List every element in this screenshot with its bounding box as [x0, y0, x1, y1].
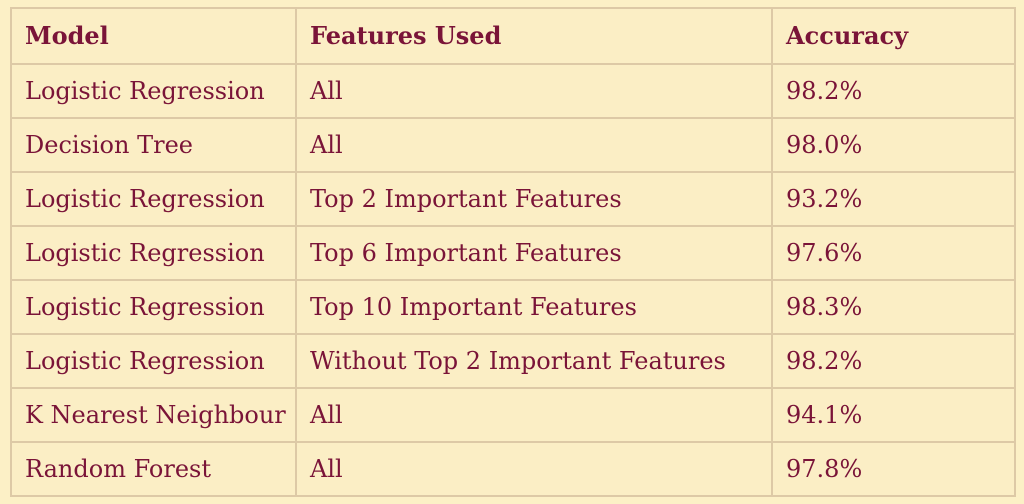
- cell-accuracy: 98.3%: [771, 279, 1016, 335]
- table-row: K Nearest Neighbour All 94.1%: [10, 387, 1016, 443]
- cell-model: Logistic Regression: [10, 279, 297, 335]
- cell-features: All: [295, 387, 773, 443]
- cell-features: Top 6 Important Features: [295, 225, 773, 281]
- table-row: Random Forest All 97.8%: [10, 441, 1016, 497]
- cell-model: K Nearest Neighbour: [10, 387, 297, 443]
- cell-features: Without Top 2 Important Features: [295, 333, 773, 389]
- model-accuracy-table: Model Features Used Accuracy Logistic Re…: [10, 7, 1016, 497]
- cell-accuracy: 98.2%: [771, 63, 1016, 119]
- table-row: Logistic Regression Top 6 Important Feat…: [10, 225, 1016, 281]
- header-accuracy: Accuracy: [771, 7, 1016, 65]
- cell-accuracy: 97.6%: [771, 225, 1016, 281]
- cell-accuracy: 93.2%: [771, 171, 1016, 227]
- table-row: Decision Tree All 98.0%: [10, 117, 1016, 173]
- cell-model: Logistic Regression: [10, 171, 297, 227]
- cell-features: All: [295, 117, 773, 173]
- cell-features: Top 2 Important Features: [295, 171, 773, 227]
- cell-model: Logistic Regression: [10, 63, 297, 119]
- header-features-used: Features Used: [295, 7, 773, 65]
- cell-accuracy: 98.2%: [771, 333, 1016, 389]
- table-row: Logistic Regression Without Top 2 Import…: [10, 333, 1016, 389]
- cell-features: All: [295, 441, 773, 497]
- cell-accuracy: 98.0%: [771, 117, 1016, 173]
- table-row: Logistic Regression Top 2 Important Feat…: [10, 171, 1016, 227]
- cell-accuracy: 97.8%: [771, 441, 1016, 497]
- table-header-row: Model Features Used Accuracy: [10, 7, 1016, 65]
- cell-model: Logistic Regression: [10, 225, 297, 281]
- header-model: Model: [10, 7, 297, 65]
- cell-features: Top 10 Important Features: [295, 279, 773, 335]
- cell-accuracy: 94.1%: [771, 387, 1016, 443]
- table-row: Logistic Regression Top 10 Important Fea…: [10, 279, 1016, 335]
- table-row: Logistic Regression All 98.2%: [10, 63, 1016, 119]
- cell-model: Decision Tree: [10, 117, 297, 173]
- results-table-container: Model Features Used Accuracy Logistic Re…: [10, 7, 1016, 497]
- cell-model: Random Forest: [10, 441, 297, 497]
- cell-features: All: [295, 63, 773, 119]
- cell-model: Logistic Regression: [10, 333, 297, 389]
